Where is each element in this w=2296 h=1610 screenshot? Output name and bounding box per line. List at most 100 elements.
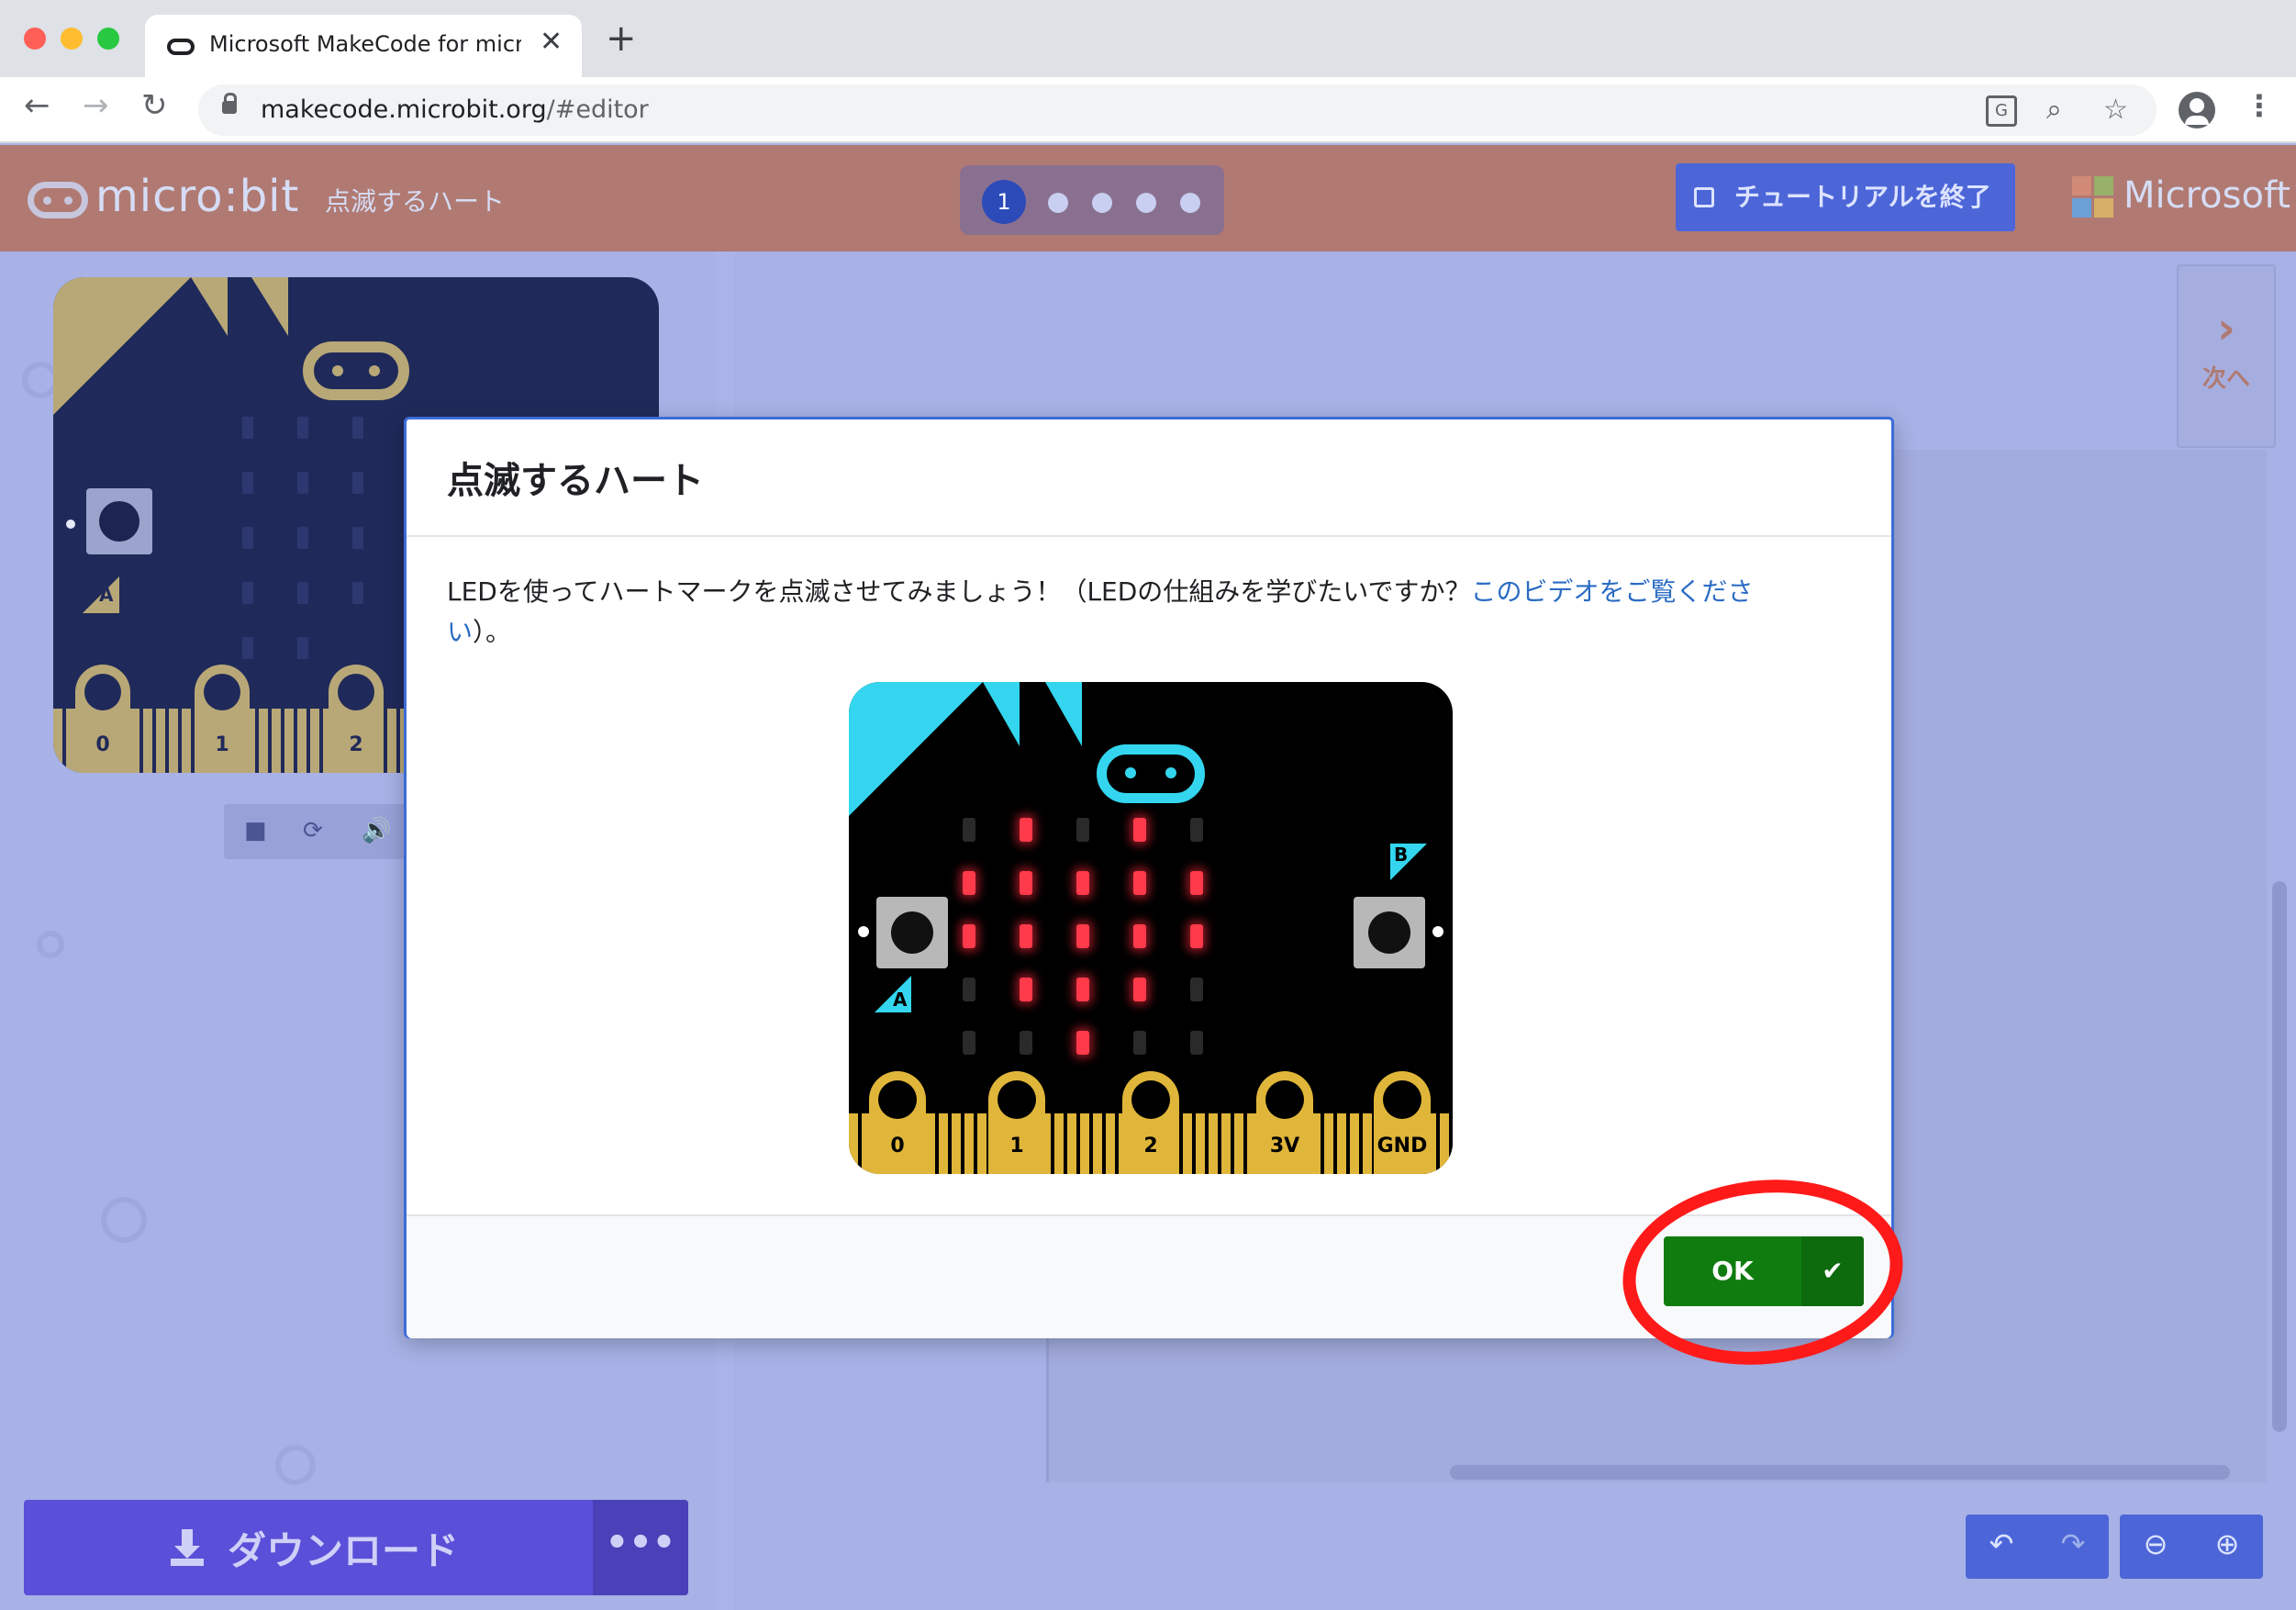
led-r4-c4 — [1190, 1031, 1203, 1055]
new-tab-button[interactable]: + — [606, 20, 637, 57]
exit-tutorial-button[interactable]: チュートリアルを終了 — [1676, 163, 2015, 231]
url-text[interactable]: makecode.microbit.org/#editor — [261, 95, 649, 124]
illus-button-b-label: B — [1394, 844, 1409, 866]
microbit-face-icon — [303, 341, 409, 400]
led-r4-c1 — [1020, 1031, 1032, 1055]
chevron-right-icon: › — [2217, 303, 2235, 354]
led-r3-c0 — [963, 978, 975, 1001]
illus-button-a-label: A — [893, 989, 908, 1011]
illus-button-b — [1354, 897, 1425, 968]
microbit-logo-text[interactable]: micro:bit — [95, 171, 299, 222]
led-r2-c1 — [1020, 924, 1032, 948]
browser-toolbar: ← → ↻ makecode.microbit.org/#editor G ⌕ … — [0, 77, 2296, 143]
redo-icon[interactable]: ↷ — [2037, 1529, 2109, 1559]
reload-icon[interactable]: ↻ — [141, 90, 168, 121]
project-title: 点滅するハート — [325, 186, 506, 217]
led-r1-c3 — [1133, 871, 1146, 895]
sim-pin-0[interactable]: 0 — [75, 665, 130, 773]
divider — [407, 535, 1891, 537]
step-2-dot[interactable] — [1048, 193, 1068, 213]
zoom-in-icon[interactable]: ⊕ — [2191, 1529, 2263, 1559]
led-r3-c3 — [1133, 978, 1146, 1001]
microsoft-brand-text[interactable]: Microsoft — [2123, 174, 2290, 217]
illus-pin-3v: 3V — [1256, 1071, 1313, 1174]
led-r4-c0 — [963, 1031, 975, 1055]
zoom-icon[interactable]: ⌕ — [2046, 94, 2062, 126]
app-header: micro:bit 点滅するハート 1 チュートリアルを終了 Microsoft — [0, 145, 2296, 252]
bookmark-star-icon[interactable]: ☆ — [2103, 94, 2128, 126]
zoom-out-icon[interactable]: ⊖ — [2120, 1529, 2191, 1559]
lock-icon[interactable] — [222, 93, 237, 114]
tutorial-dialog: 点滅するハート LEDを使ってハートマークを点滅させてみましょう！（LEDの仕組… — [404, 417, 1894, 1338]
microbit-favicon-icon — [167, 39, 195, 55]
microbit-heart-illustration: A B 0 1 2 3V GND — [849, 682, 1453, 1174]
led-r3-c4 — [1190, 978, 1203, 1001]
close-window-button[interactable] — [24, 28, 46, 50]
tab-title: Microsoft MakeCode for micro:bit — [209, 31, 521, 57]
browser-tab-bar: Microsoft MakeCode for micro:bit ✕ + — [0, 0, 2296, 77]
next-step-label: 次へ — [2201, 365, 2250, 393]
sim-pin-2[interactable]: 2 — [329, 665, 384, 773]
stop-icon[interactable]: ■ — [244, 817, 267, 844]
sim-button-a-label: A — [99, 584, 114, 606]
download-label: ダウンロード — [228, 1528, 460, 1573]
browser-menu-icon[interactable]: ⋮ — [2245, 88, 2274, 123]
restart-icon[interactable]: ⟳ — [303, 817, 323, 844]
more-options-button[interactable]: ••• — [593, 1500, 688, 1595]
external-link-icon — [1694, 187, 1714, 207]
led-r0-c2 — [1076, 818, 1089, 842]
led-r1-c2 — [1076, 871, 1089, 895]
minimize-window-button[interactable] — [61, 28, 83, 50]
led-r4-c2 — [1076, 1031, 1089, 1055]
led-r4-c3 — [1133, 1031, 1146, 1055]
profile-icon[interactable] — [2179, 92, 2215, 129]
forward-icon[interactable]: → — [83, 90, 109, 121]
browser-tab[interactable]: Microsoft MakeCode for micro:bit ✕ — [145, 15, 582, 77]
next-step-button[interactable]: › 次へ — [2177, 264, 2276, 448]
vertical-scrollbar[interactable] — [2272, 881, 2287, 1432]
led-r3-c2 — [1076, 978, 1089, 1001]
led-r1-c0 — [963, 871, 975, 895]
exit-tutorial-label: チュートリアルを終了 — [1734, 182, 1991, 212]
horizontal-scrollbar[interactable] — [1450, 1465, 2230, 1480]
sim-button-a[interactable] — [86, 488, 152, 554]
dialog-title: 点滅するハート — [447, 460, 704, 502]
microsoft-logo-icon[interactable] — [2072, 176, 2114, 218]
download-icon — [171, 1529, 204, 1566]
dialog-body: LEDを使ってハートマークを点滅させてみましょう！（LEDの仕組みを学びたいです… — [447, 576, 1754, 647]
undo-icon[interactable]: ↶ — [1966, 1529, 2037, 1559]
undo-redo-group: ↶ ↷ — [1966, 1515, 2109, 1579]
led-r1-c4 — [1190, 871, 1203, 895]
step-5-dot[interactable] — [1180, 193, 1200, 213]
led-r1-c1 — [1020, 871, 1032, 895]
step-1-button[interactable]: 1 — [982, 180, 1026, 224]
led-r2-c2 — [1076, 924, 1089, 948]
maximize-window-button[interactable] — [97, 28, 119, 50]
microbit-face-icon — [1097, 744, 1205, 803]
step-3-dot[interactable] — [1092, 193, 1112, 213]
tutorial-step-indicator: 1 — [960, 165, 1224, 235]
led-r2-c3 — [1133, 924, 1146, 948]
led-r0-c0 — [963, 818, 975, 842]
translate-icon[interactable]: G — [1986, 95, 2017, 127]
led-r3-c1 — [1020, 978, 1032, 1001]
back-icon[interactable]: ← — [24, 90, 50, 121]
illus-button-a — [876, 897, 948, 968]
led-r0-c3 — [1133, 818, 1146, 842]
led-r0-c1 — [1020, 818, 1032, 842]
step-4-dot[interactable] — [1136, 193, 1156, 213]
led-r0-c4 — [1190, 818, 1203, 842]
led-r2-c4 — [1190, 924, 1203, 948]
illus-pin-gnd: GND — [1374, 1071, 1431, 1174]
sim-pin-1[interactable]: 1 — [195, 665, 250, 773]
download-button[interactable]: ダウンロード ••• — [24, 1500, 688, 1595]
microbit-logo-icon[interactable] — [28, 182, 88, 218]
address-bar[interactable]: makecode.microbit.org/#editor G ⌕ ☆ — [198, 84, 2157, 136]
zoom-group: ⊖ ⊕ — [2120, 1515, 2263, 1579]
illus-pin-2: 2 — [1122, 1071, 1179, 1174]
sound-icon[interactable]: 🔊 — [362, 817, 391, 844]
led-r2-c0 — [963, 924, 975, 948]
tab-close-icon[interactable]: ✕ — [540, 26, 563, 58]
illus-pin-0: 0 — [869, 1071, 926, 1174]
illus-pin-1: 1 — [988, 1071, 1045, 1174]
